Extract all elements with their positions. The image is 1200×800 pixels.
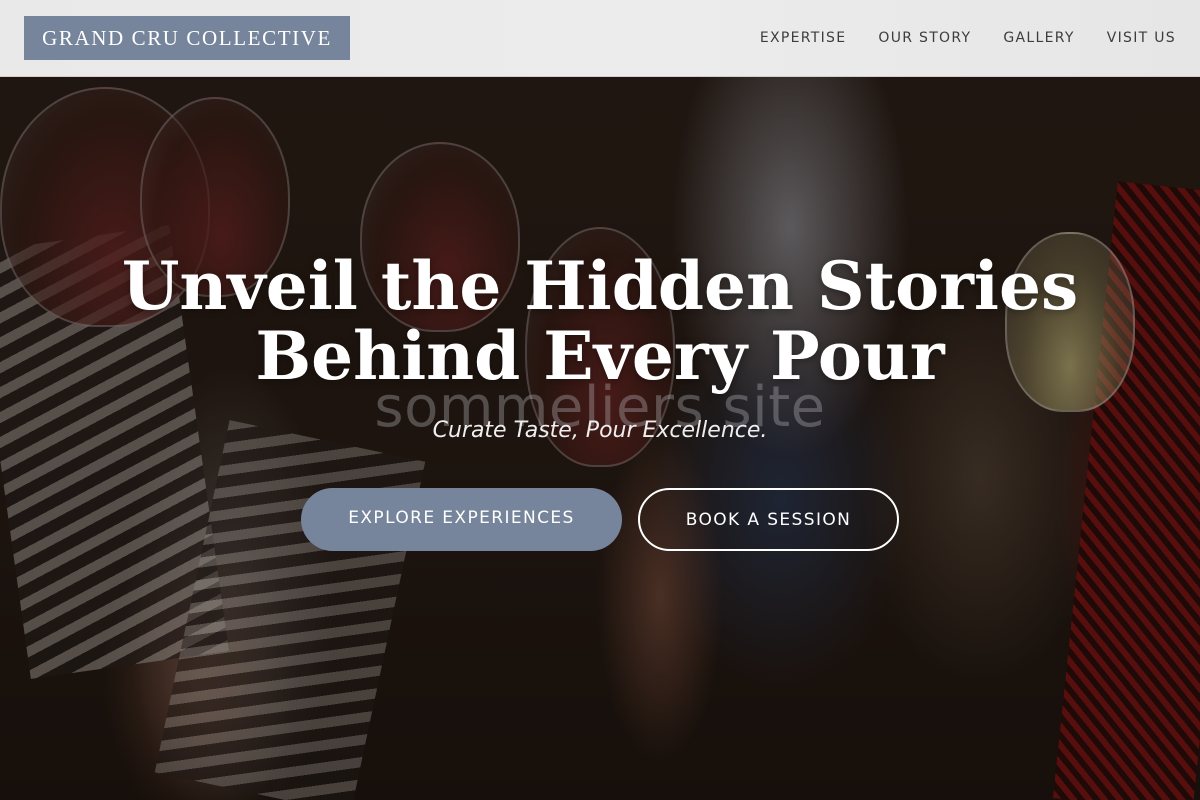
explore-experiences-button[interactable]: EXPLORE EXPERIENCES [301, 488, 622, 551]
hero-content: Unveil the Hidden Stories Behind Every P… [0, 77, 1200, 800]
site-header: GRAND CRU COLLECTIVE EXPERTISE OUR STORY… [0, 0, 1200, 77]
nav-link-gallery[interactable]: GALLERY [1003, 30, 1074, 46]
hero-title-line-1: Unveil the Hidden Stories [121, 247, 1079, 325]
nav-link-expertise[interactable]: EXPERTISE [760, 30, 847, 46]
book-session-button[interactable]: BOOK A SESSION [638, 488, 899, 551]
hero-title: Unveil the Hidden Stories Behind Every P… [0, 251, 1200, 391]
nav-link-our-story[interactable]: OUR STORY [878, 30, 971, 46]
nav-link-visit-us[interactable]: VISIT US [1107, 30, 1176, 46]
main-nav: EXPERTISE OUR STORY GALLERY VISIT US [760, 0, 1176, 76]
hero-tagline: Curate Taste, Pour Excellence. [432, 418, 768, 443]
brand-logo[interactable]: GRAND CRU COLLECTIVE [24, 16, 350, 60]
